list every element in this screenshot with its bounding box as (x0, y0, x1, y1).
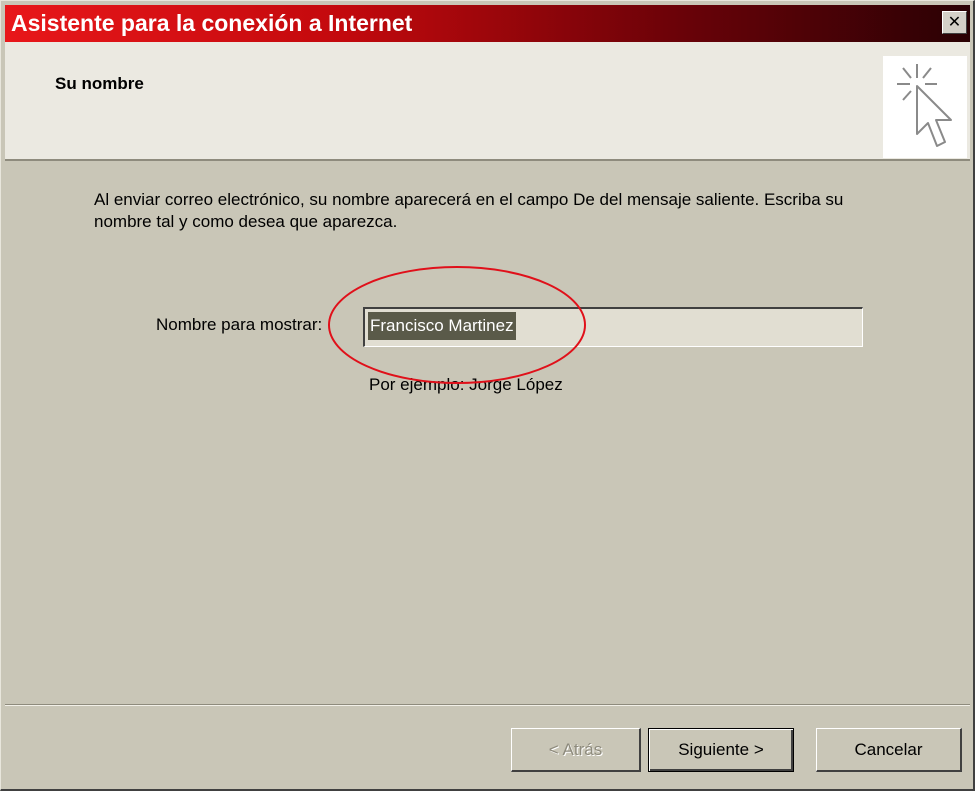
page-title: Su nombre (55, 74, 144, 93)
next-button[interactable]: Siguiente > (648, 728, 794, 772)
wizard-header: Su nombre (5, 42, 970, 161)
close-icon: ✕ (947, 12, 962, 31)
title-bar[interactable]: Asistente para la conexión a Internet ✕ (5, 5, 970, 42)
window-title: Asistente para la conexión a Internet (11, 10, 413, 36)
back-button[interactable]: < Atrás (511, 728, 641, 772)
internet-connection-wizard-window: Asistente para la conexión a Internet ✕ … (0, 0, 975, 791)
annotation-ellipse (328, 266, 586, 384)
intro-text: Al enviar correo electrónico, su nombre … (94, 190, 844, 231)
display-name-label: Nombre para mostrar: (156, 315, 323, 334)
cancel-button[interactable]: Cancelar (816, 728, 962, 772)
wizard-cursor-icon (883, 56, 967, 158)
button-separator (5, 704, 970, 706)
close-button[interactable]: ✕ (942, 11, 967, 34)
